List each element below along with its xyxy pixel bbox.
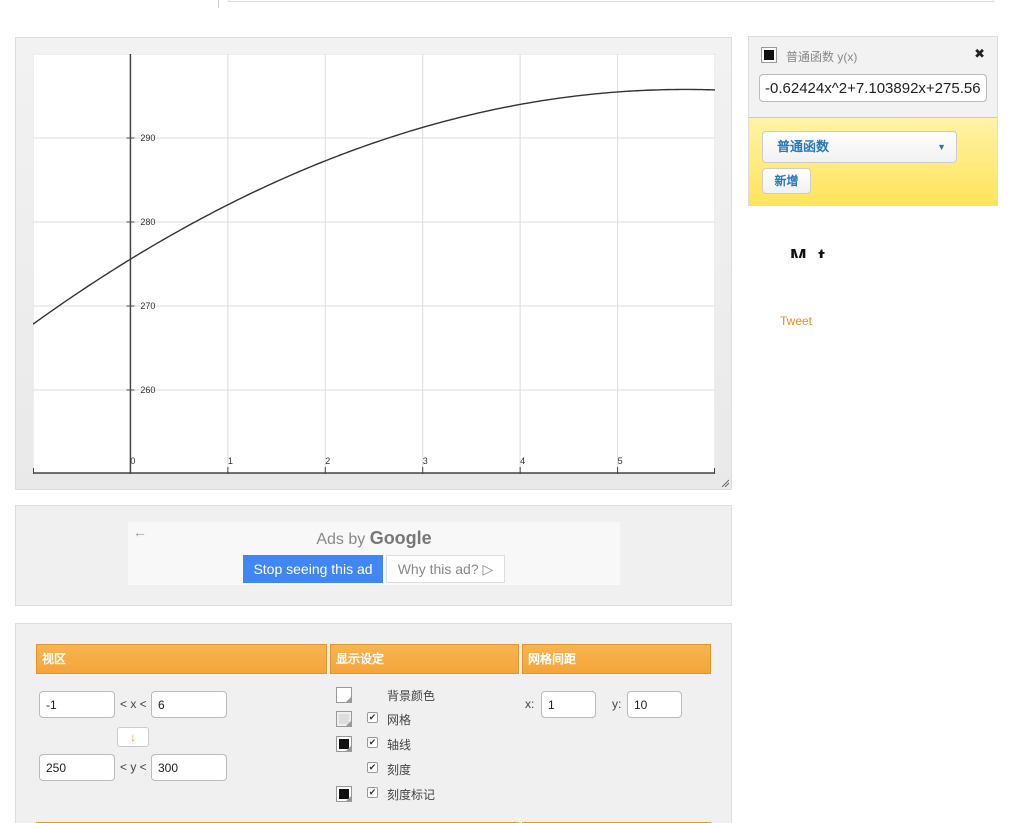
tick-labels-label: 刻度标记: [387, 788, 436, 802]
grid-checkbox[interactable]: ✔: [367, 712, 378, 723]
x-tick-label: 2: [325, 456, 330, 466]
axis-checkbox[interactable]: ✔: [367, 737, 378, 748]
ad-title-prefix: Ads by: [316, 531, 366, 548]
ad-panel: ← Ads by Google Stop seeing this ad Why …: [15, 505, 732, 606]
tweet-link[interactable]: Tweet: [780, 314, 812, 328]
y-range-label: < y <: [120, 760, 147, 774]
x-range-label: < x <: [120, 697, 147, 711]
y-tick-label: 280: [140, 217, 155, 227]
top-divider: [218, 0, 219, 8]
tick-labels-checkbox[interactable]: ✔: [367, 787, 378, 798]
x-tick-label: 3: [423, 456, 428, 466]
axis-label: 轴线: [387, 738, 412, 752]
plot-panel: 0 1 2 3 4 5 260 270 280 290: [15, 37, 732, 490]
xmin-input[interactable]: [39, 691, 115, 718]
add-function-area: 普通函数 ▼ 新增: [749, 117, 997, 206]
grid-x-label: x:: [525, 697, 535, 711]
why-this-ad-button[interactable]: Why this ad? ▷: [386, 555, 505, 583]
x-tick-label: 1: [228, 456, 233, 466]
display-header: 显示设定: [330, 644, 519, 674]
grid-y-input[interactable]: [627, 691, 682, 718]
grid-spacing-header: 网格间距: [522, 644, 711, 674]
ad-title-brand: Google: [369, 528, 432, 548]
ticks-label: 刻度: [387, 763, 412, 777]
y-tick-label: 290: [140, 133, 155, 143]
stop-seeing-ad-button[interactable]: Stop seeing this ad: [243, 555, 383, 583]
partial-text: M t: [790, 246, 828, 258]
swap-axes-button[interactable]: ↓: [117, 727, 149, 747]
x-tick-label: 4: [520, 456, 525, 466]
ad-title: Ads by Google: [128, 528, 620, 549]
plot-background: [33, 54, 715, 474]
axis-color-swatch[interactable]: [336, 736, 352, 752]
add-button[interactable]: 新增: [762, 168, 811, 194]
chevron-down-icon: ▼: [937, 142, 946, 152]
x-tick-label: 5: [618, 456, 623, 466]
background-color-label: 背景颜色: [387, 689, 436, 703]
resize-handle[interactable]: [721, 479, 729, 487]
tick-label-color-swatch[interactable]: [336, 786, 352, 802]
ad-feedback: ← Ads by Google Stop seeing this ad Why …: [128, 522, 620, 585]
function-title: 普通函数 y(x): [786, 50, 858, 64]
function-expression-input[interactable]: [759, 74, 987, 102]
y-tick-label: 270: [140, 301, 155, 311]
grid-color-swatch[interactable]: [336, 711, 352, 727]
ymax-input[interactable]: [151, 754, 227, 781]
ticks-checkbox[interactable]: ✔: [367, 762, 378, 773]
function-panel: 普通函数 y(x) ✖ 普通函数 ▼ 新增: [748, 36, 998, 206]
x-tick-label: 0: [130, 456, 135, 466]
viewport-header: 视区: [36, 644, 327, 674]
xmax-input[interactable]: [151, 691, 227, 718]
grid-label: 网格: [387, 713, 412, 727]
function-type-select[interactable]: 普通函数 ▼: [762, 131, 957, 163]
grid-x-input[interactable]: [541, 691, 596, 718]
background-color-swatch[interactable]: [336, 687, 352, 703]
ymin-input[interactable]: [39, 754, 115, 781]
top-input-edge: [228, 0, 994, 2]
close-icon[interactable]: ✖: [974, 46, 985, 62]
function-color-swatch[interactable]: [761, 47, 777, 63]
y-tick-label: 260: [140, 385, 155, 395]
function-plot[interactable]: 0 1 2 3 4 5 260 270 280 290: [33, 54, 715, 474]
function-type-value: 普通函数: [777, 139, 830, 154]
grid-y-label: y:: [612, 697, 622, 711]
settings-panel: 视区 显示设定 网格间距 < x < ↓ < y < 背景颜色 ✔ 网格 ✔ 轴…: [15, 623, 732, 823]
